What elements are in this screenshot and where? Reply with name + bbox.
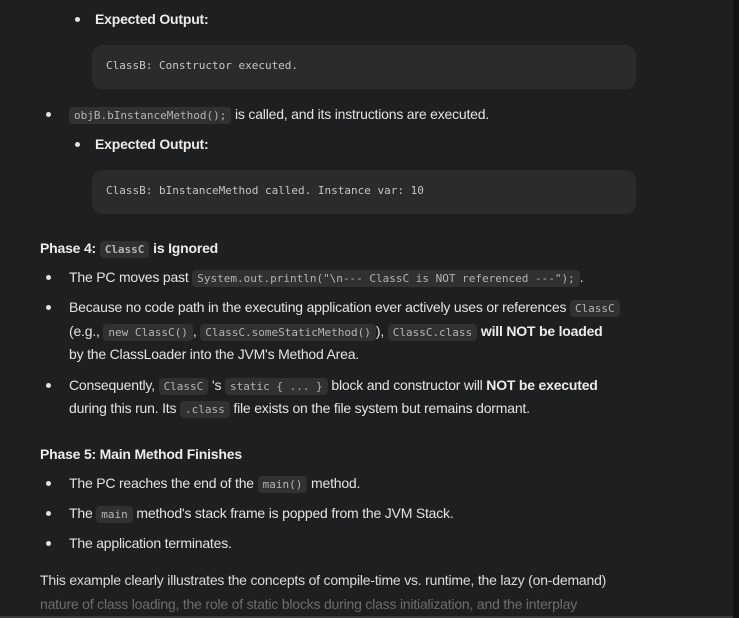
bullet — [46, 511, 51, 516]
bullet — [46, 305, 51, 310]
list-item-text: is called, and its instructions are exec… — [231, 106, 490, 122]
list-item: Consequently, ClassC 's static { ... } b… — [69, 377, 598, 395]
list-item-call: objB.bInstanceMethod(); is called, and i… — [69, 104, 489, 126]
code-output-text: ClassB: Constructor executed. — [106, 59, 299, 72]
bullet — [75, 17, 80, 22]
inline-code: main — [96, 506, 133, 523]
bullet — [46, 112, 51, 117]
list-item: The PC reaches the end of the main() met… — [69, 475, 361, 493]
list-item: The application terminates. — [69, 535, 232, 551]
list-item-continued: (e.g., new ClassC(), ClassC.someStaticMe… — [69, 323, 603, 341]
inline-code: System.out.println("\n--- ClassC is NOT … — [192, 270, 580, 287]
inline-code: ClassC — [569, 300, 620, 317]
summary-paragraph: This example clearly illustrates the con… — [40, 572, 607, 588]
inline-code: .class — [179, 401, 230, 418]
list-item: Because no code path in the executing ap… — [69, 297, 620, 319]
inline-code: ClassC — [158, 378, 209, 395]
bullet — [46, 275, 51, 280]
inline-code: ClassC — [99, 241, 150, 258]
code-block-output-1: ClassB: Constructor executed. — [92, 45, 636, 89]
inline-code: static { ... } — [224, 378, 328, 395]
inline-code: ClassC.class — [387, 324, 478, 341]
list-item-continued: by the ClassLoader into the JVM's Method… — [69, 346, 359, 362]
response-content: Expected Output: ClassB: Constructor exe… — [0, 0, 739, 618]
code-block-output-2: ClassB: bInstanceMethod called. Instance… — [92, 170, 636, 214]
bullet — [46, 541, 51, 546]
bullet — [46, 481, 51, 486]
list-item: The PC moves past System.out.println("\n… — [69, 269, 584, 287]
expected-output-label: Expected Output: — [95, 136, 209, 152]
inline-code: objB.bInstanceMethod(); — [69, 107, 232, 124]
phase-4-heading: Phase 4: ClassC is Ignored — [40, 240, 219, 258]
summary-paragraph-continued: nature of class loading, the role of sta… — [40, 596, 578, 612]
inline-code: ClassC.someStaticMethod() — [200, 324, 376, 341]
scrollbar-track[interactable] — [733, 0, 739, 618]
list-item-continued: during this run. Its .class file exists … — [69, 400, 530, 418]
expected-output-label: Expected Output: — [95, 11, 209, 27]
phase-5-heading: Phase 5: Main Method Finishes — [40, 446, 242, 462]
code-output-text: ClassB: bInstanceMethod called. Instance… — [106, 184, 424, 197]
bullet — [75, 142, 80, 147]
inline-code: new ClassC() — [103, 324, 193, 341]
bullet — [46, 383, 51, 388]
inline-code: main() — [257, 476, 308, 493]
list-item: The main method's stack frame is popped … — [69, 505, 454, 523]
